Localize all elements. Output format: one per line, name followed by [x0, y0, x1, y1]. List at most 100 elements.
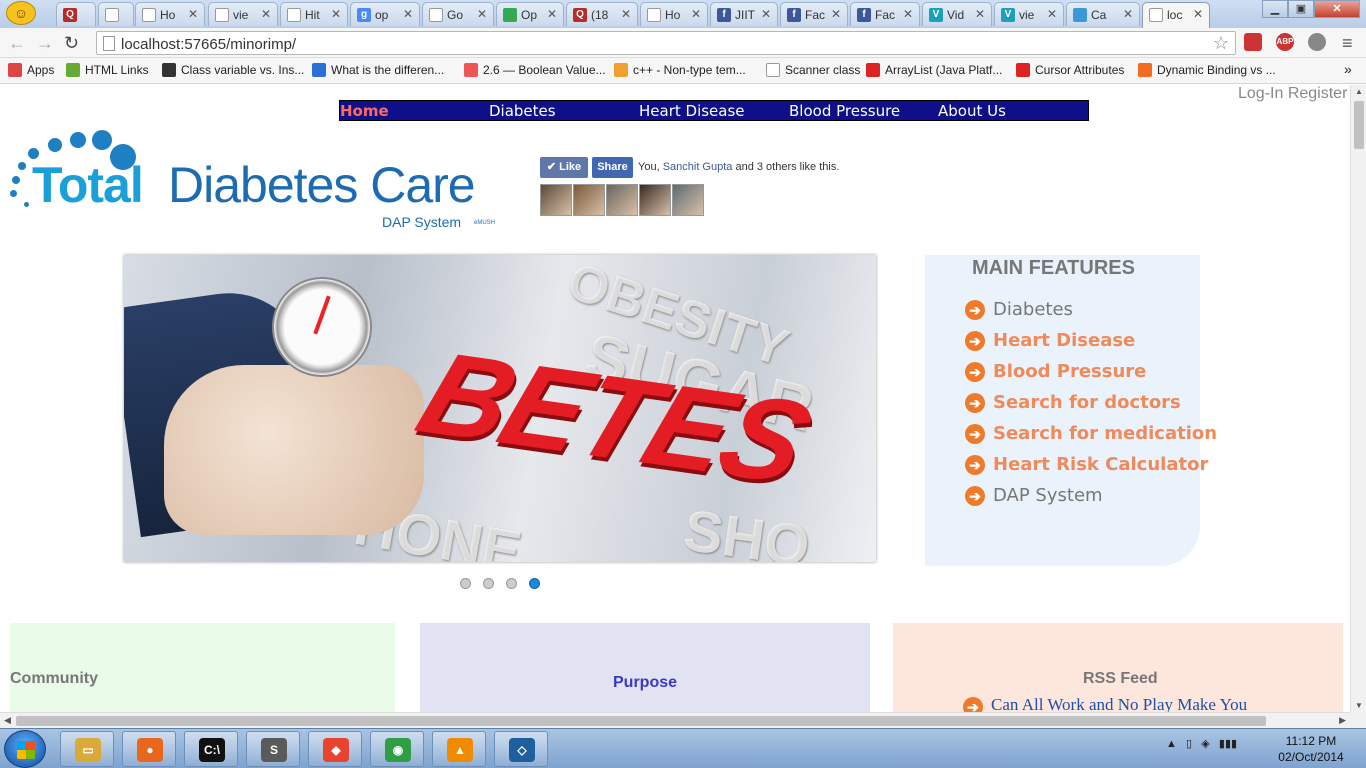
tab-close-icon[interactable]: ✕ — [903, 7, 913, 21]
scroll-right-icon[interactable]: ▶ — [1339, 715, 1346, 726]
nav-heart-disease[interactable]: Heart Disease — [639, 102, 745, 120]
tab-close-icon[interactable]: ✕ — [1123, 7, 1133, 21]
browser-tab[interactable]: Q✕ — [56, 2, 96, 26]
fb-friend-avatar[interactable] — [639, 184, 671, 216]
bookmark-item[interactable]: Cursor Attributes — [1016, 63, 1124, 77]
tab-close-icon[interactable]: ✕ — [188, 7, 198, 21]
tab-close-icon[interactable]: ✕ — [831, 7, 841, 21]
horizontal-scroll-thumb[interactable] — [16, 716, 1266, 726]
bookmark-item[interactable]: 2.6 — Boolean Value... — [464, 63, 606, 77]
browser-tab[interactable]: Ca ✕ — [1066, 2, 1140, 26]
feature-link[interactable]: Search for doctors — [993, 392, 1181, 413]
fb-share-button[interactable]: Share — [592, 157, 633, 178]
tab-close-icon[interactable]: ✕ — [761, 7, 771, 21]
browser-tab[interactable]: g op ✕ — [350, 2, 420, 26]
bookmark-item[interactable]: Apps — [8, 63, 54, 77]
browser-tab[interactable]: f JIIT ✕ — [710, 2, 778, 26]
login-register-link[interactable]: Log-In Register — [1238, 85, 1347, 103]
image-slider[interactable]: OBESITY SUGAR HONE SHO BETES — [124, 255, 876, 562]
bookmark-item[interactable]: Dynamic Binding vs ... — [1138, 63, 1276, 77]
fb-friend-avatar[interactable] — [606, 184, 638, 216]
nav-blood-pressure[interactable]: Blood Pressure — [789, 102, 900, 120]
reload-icon[interactable]: ↻ — [64, 33, 79, 53]
tab-close-icon[interactable]: ✕ — [1047, 7, 1057, 21]
tab-close-icon[interactable]: ✕ — [1193, 7, 1203, 21]
vertical-scroll-thumb[interactable] — [1354, 101, 1364, 149]
fb-friend-link[interactable]: Sanchit Gupta — [663, 161, 733, 173]
bookmark-item[interactable]: HTML Links — [66, 63, 149, 77]
browser-tab[interactable]: Ho ✕ — [640, 2, 708, 26]
adblock-icon[interactable]: ABP — [1276, 33, 1294, 51]
minimize-button[interactable]: ▁ — [1262, 0, 1288, 18]
nav-diabetes[interactable]: Diabetes — [489, 102, 556, 120]
bookmark-item[interactable]: c++ - Non-type tem... — [614, 63, 746, 77]
address-bar[interactable]: localhost:57665/minorimp/ ☆ — [96, 31, 1236, 55]
nav-home[interactable]: Home — [340, 102, 389, 120]
feature-link[interactable]: Blood Pressure — [993, 361, 1146, 382]
taskbar-app[interactable]: S — [246, 731, 300, 767]
slider-dot[interactable] — [460, 578, 471, 589]
browser-tab[interactable]: Vvie ✕ — [994, 2, 1064, 26]
horizontal-scrollbar[interactable]: ◀ ▶ — [0, 712, 1350, 728]
feature-link[interactable]: Search for medication — [993, 423, 1217, 444]
feature-link[interactable]: Heart Disease — [993, 330, 1135, 351]
bookmark-item[interactable]: What is the differen... — [312, 63, 444, 77]
fb-friend-avatar[interactable] — [672, 184, 704, 216]
nav-about-us[interactable]: About Us — [938, 102, 1006, 120]
feature-link[interactable]: Heart Risk Calculator — [993, 454, 1208, 475]
menu-icon[interactable]: ≡ — [1342, 33, 1353, 53]
taskbar-app[interactable]: ▭ — [60, 731, 114, 767]
profile-emoji-icon[interactable]: ☺ — [6, 1, 36, 25]
tab-close-icon[interactable]: ✕ — [691, 7, 701, 21]
tab-close-icon[interactable]: ✕ — [331, 7, 341, 21]
slider-dot[interactable] — [483, 578, 494, 589]
close-window-button[interactable]: ✕ — [1314, 0, 1360, 18]
extension-gear-icon[interactable] — [1308, 33, 1326, 51]
scroll-down-icon[interactable]: ▼ — [1355, 701, 1363, 710]
tab-close-icon[interactable]: ✕ — [261, 7, 271, 21]
bookmark-item[interactable]: Class variable vs. Ins... — [162, 63, 304, 77]
forward-icon[interactable]: → — [36, 33, 54, 53]
bookmark-item[interactable]: Scanner class — [766, 63, 860, 77]
tab-close-icon[interactable]: ✕ — [547, 7, 557, 21]
browser-tab[interactable]: Hit ✕ — [280, 2, 348, 26]
tab-close-icon[interactable]: ✕ — [403, 7, 413, 21]
tab-close-icon[interactable]: ✕ — [621, 7, 631, 21]
scroll-up-icon[interactable]: ▲ — [1355, 87, 1363, 96]
slider-dot[interactable] — [529, 578, 540, 589]
fb-friend-avatar[interactable] — [540, 184, 572, 216]
fb-like-button[interactable]: ✔ Like — [540, 157, 588, 178]
taskbar-app[interactable]: ▲ — [432, 731, 486, 767]
clock[interactable]: 11:12 PM 02/Oct/2014 — [1266, 733, 1356, 765]
browser-tab[interactable]: f Fac ✕ — [780, 2, 848, 26]
feature-link[interactable]: DAP System — [993, 485, 1103, 506]
fb-friend-avatar[interactable] — [573, 184, 605, 216]
start-button[interactable] — [4, 730, 46, 768]
taskbar-app[interactable]: ◆ — [308, 731, 362, 767]
taskbar-app[interactable]: ● — [122, 731, 176, 767]
feature-link[interactable]: Diabetes — [993, 299, 1073, 320]
browser-tab[interactable]: Go ✕ — [422, 2, 494, 26]
taskbar-app[interactable]: C:\ — [184, 731, 238, 767]
system-tray[interactable]: ▲ ▯ ◈ ▮▮▮ — [1166, 737, 1237, 750]
browser-tab[interactable]: Op ✕ — [496, 2, 564, 26]
browser-tab[interactable]: Ho ✕ — [135, 2, 205, 26]
scroll-left-icon[interactable]: ◀ — [4, 715, 11, 726]
bookmark-star-icon[interactable]: ☆ — [1213, 33, 1229, 54]
tab-close-icon[interactable]: ✕ — [975, 7, 985, 21]
rss-item-link[interactable]: Can All Work and No Play Make You — [991, 695, 1247, 712]
extension-icon[interactable] — [1244, 33, 1262, 51]
taskbar-app[interactable]: ◇ — [494, 731, 548, 767]
vertical-scrollbar[interactable]: ▲ ▼ — [1350, 85, 1366, 712]
bookmarks-more[interactable]: » — [1344, 61, 1352, 77]
browser-tab[interactable]: ✕ — [98, 2, 134, 26]
browser-tab[interactable]: vie ✕ — [208, 2, 278, 26]
taskbar-app[interactable]: ◉ — [370, 731, 424, 767]
slider-dot[interactable] — [506, 578, 517, 589]
tab-close-icon[interactable]: ✕ — [477, 7, 487, 21]
browser-tab[interactable]: Q (18 ✕ — [566, 2, 638, 26]
address-url[interactable]: localhost:57665/minorimp/ — [121, 36, 296, 53]
back-icon[interactable]: ← — [8, 33, 26, 53]
site-logo[interactable]: Total Diabetes Care DAP System eMUSH — [8, 130, 498, 235]
bookmark-item[interactable]: ArrayList (Java Platf... — [866, 63, 1002, 77]
